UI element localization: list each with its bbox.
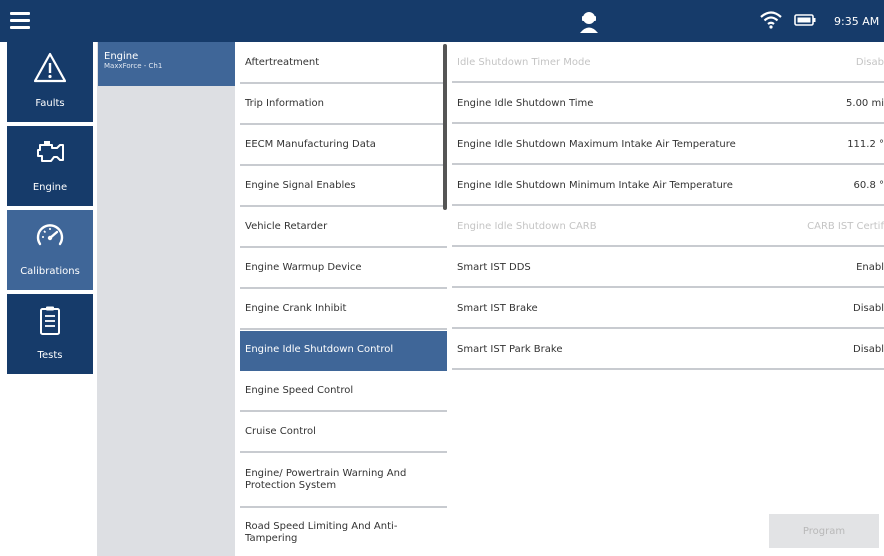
left-nav: Faults Engine Calibrations Tests	[0, 42, 93, 556]
param-value: Enabl	[856, 262, 884, 273]
category-label: Trip Information	[245, 98, 324, 109]
param-value: 5.00 mi	[846, 98, 884, 109]
category-trip-information[interactable]: Trip Information	[240, 85, 447, 125]
category-engine-speed-control[interactable]: Engine Speed Control	[240, 372, 447, 412]
param-name: Smart IST Park Brake	[457, 344, 563, 355]
param-engine-idle-shutdown-carb: Engine Idle Shutdown CARB CARB IST Certi…	[452, 208, 884, 247]
param-value: Disabl	[853, 344, 884, 355]
wifi-icon	[760, 11, 782, 29]
module-subtitle: MaxxForce - Ch1	[104, 62, 163, 70]
category-label: EECM Manufacturing Data	[245, 139, 376, 150]
nav-tests[interactable]: Tests	[7, 294, 93, 374]
module-name: Engine	[104, 51, 139, 62]
battery-icon	[794, 14, 816, 26]
category-label: Engine Speed Control	[245, 385, 354, 396]
category-label: Cruise Control	[245, 426, 316, 437]
category-eecm-manufacturing-data[interactable]: EECM Manufacturing Data	[240, 126, 447, 166]
clock: 9:35 AM	[834, 15, 880, 28]
param-name: Engine Idle Shutdown Maximum Intake Air …	[457, 139, 736, 150]
param-smart-ist-dds[interactable]: Smart IST DDS Enabl	[452, 249, 884, 288]
category-label: Road Speed Limiting And Anti-Tampering	[245, 520, 398, 544]
top-bar: 9:35 AM	[0, 0, 884, 42]
category-engine-signal-enables[interactable]: Engine Signal Enables	[240, 167, 447, 207]
clipboard-icon	[40, 306, 60, 335]
param-name: Smart IST DDS	[457, 262, 531, 273]
nav-faults[interactable]: Faults	[7, 42, 93, 122]
category-label: Engine Idle Shutdown Control	[245, 344, 394, 355]
parameter-list: Idle Shutdown Timer Mode Disab Engine Id…	[447, 42, 884, 556]
param-name: Engine Idle Shutdown CARB	[457, 221, 597, 232]
category-engine-warmup-device[interactable]: Engine Warmup Device	[240, 249, 447, 289]
category-cruise-control[interactable]: Cruise Control	[240, 413, 447, 453]
param-name: Smart IST Brake	[457, 303, 538, 314]
param-max-intake-air-temp[interactable]: Engine Idle Shutdown Maximum Intake Air …	[452, 126, 884, 165]
param-value: 60.8 °	[853, 180, 884, 191]
param-name: Engine Idle Shutdown Minimum Intake Air …	[457, 180, 733, 191]
category-vehicle-retarder[interactable]: Vehicle Retarder	[240, 208, 447, 248]
menu-icon[interactable]	[10, 12, 30, 29]
param-value: 111.2 °	[847, 139, 884, 150]
param-engine-idle-shutdown-time[interactable]: Engine Idle Shutdown Time 5.00 mi	[452, 85, 884, 124]
category-engine-powertrain-warning[interactable]: Engine/ Powertrain Warning And Protectio…	[240, 454, 447, 508]
category-label: Engine Signal Enables	[245, 180, 356, 191]
agent-icon[interactable]	[577, 9, 601, 33]
category-label: Engine Warmup Device	[245, 262, 362, 273]
param-smart-ist-park-brake[interactable]: Smart IST Park Brake Disabl	[452, 331, 884, 370]
category-aftertreatment[interactable]: Aftertreatment	[240, 44, 447, 84]
nav-engine-label: Engine	[32, 182, 68, 193]
warning-icon	[34, 52, 66, 83]
category-label: Aftertreatment	[245, 57, 320, 68]
category-engine-idle-shutdown-control[interactable]: Engine Idle Shutdown Control	[240, 331, 447, 371]
program-button[interactable]: Program	[769, 514, 879, 548]
param-value: Disabl	[853, 303, 884, 314]
category-engine-crank-inhibit[interactable]: Engine Crank Inhibit	[240, 290, 447, 330]
module-engine[interactable]: Engine MaxxForce - Ch1	[98, 42, 238, 86]
param-smart-ist-brake[interactable]: Smart IST Brake Disabl	[452, 290, 884, 329]
module-column: Engine MaxxForce - Ch1	[93, 42, 238, 556]
nav-faults-label: Faults	[35, 98, 65, 109]
gauge-icon	[36, 224, 64, 246]
engine-icon	[37, 141, 64, 162]
nav-engine[interactable]: Engine	[7, 126, 93, 206]
category-road-speed-limiting[interactable]: Road Speed Limiting And Anti-Tampering	[240, 509, 447, 556]
param-name: Idle Shutdown Timer Mode	[457, 57, 591, 68]
category-label: Engine Crank Inhibit	[245, 303, 347, 314]
category-label: Engine/ Powertrain Warning And Protectio…	[245, 468, 407, 491]
param-name: Engine Idle Shutdown Time	[457, 98, 594, 109]
param-idle-shutdown-timer-mode: Idle Shutdown Timer Mode Disab	[452, 44, 884, 83]
category-list: Aftertreatment Trip Information EECM Man…	[235, 42, 447, 556]
nav-calibrations[interactable]: Calibrations	[7, 210, 93, 290]
category-label: Vehicle Retarder	[245, 221, 328, 232]
param-min-intake-air-temp[interactable]: Engine Idle Shutdown Minimum Intake Air …	[452, 167, 884, 206]
nav-calibrations-label: Calibrations	[20, 266, 80, 277]
nav-tests-label: Tests	[37, 350, 63, 361]
param-value: Disab	[855, 57, 884, 68]
param-value: CARB IST Certif	[807, 221, 884, 232]
